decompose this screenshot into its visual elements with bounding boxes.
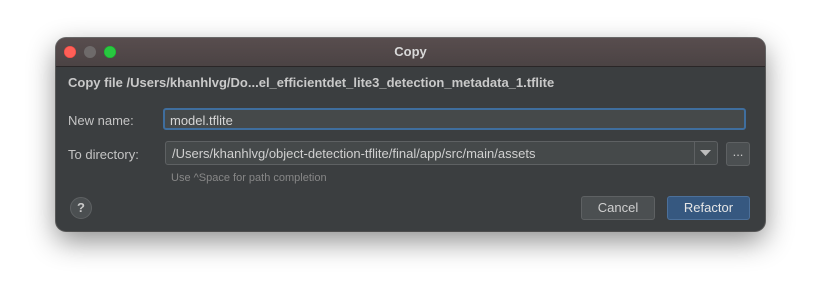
refactor-button[interactable]: Refactor — [667, 196, 750, 220]
help-icon[interactable]: ? — [70, 197, 92, 219]
copy-file-header: Copy file /Users/khanhlvg/Do...el_effici… — [68, 75, 555, 90]
chevron-down-icon[interactable] — [694, 142, 717, 164]
path-completion-hint: Use ^Space for path completion — [171, 172, 327, 184]
to-directory-label: To directory: — [68, 147, 139, 162]
to-directory-value[interactable]: /Users/khanhlvg/object-detection-tflite/… — [172, 146, 535, 161]
browse-button[interactable]: ... — [726, 142, 750, 166]
title-bar[interactable]: Copy — [56, 38, 765, 67]
to-directory-combobox[interactable]: /Users/khanhlvg/object-detection-tflite/… — [165, 141, 718, 165]
copy-dialog: Copy Copy file /Users/khanhlvg/Do...el_e… — [56, 38, 765, 231]
window-title: Copy — [394, 44, 427, 59]
new-name-input[interactable] — [163, 108, 746, 130]
new-name-label: New name: — [68, 113, 134, 128]
cancel-button[interactable]: Cancel — [581, 196, 655, 220]
